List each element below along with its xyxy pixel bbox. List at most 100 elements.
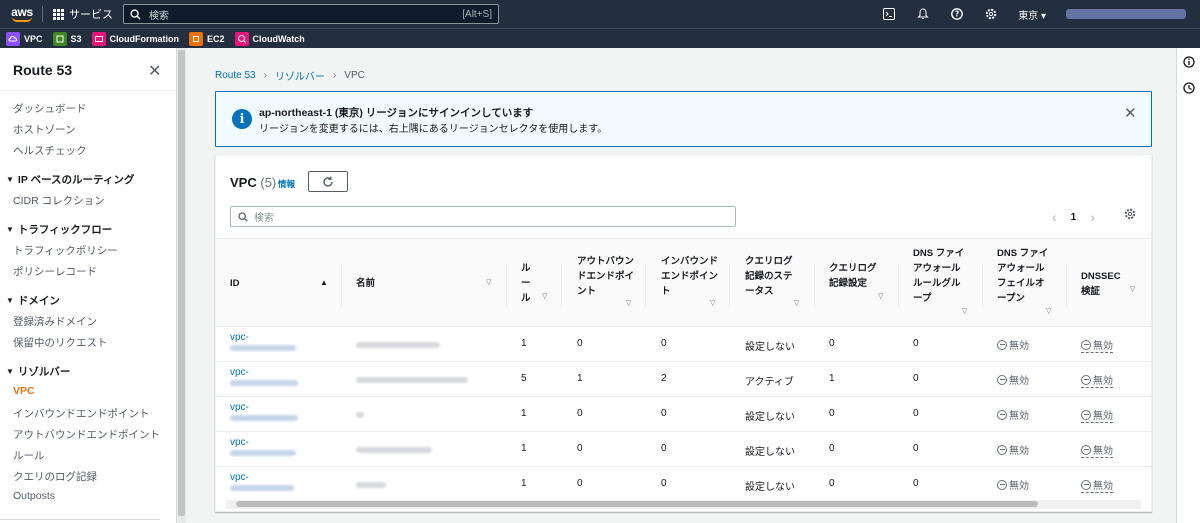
vpc-id-link[interactable]: vpc-: [230, 437, 296, 459]
inbound-count: 0: [661, 408, 667, 419]
scrollbar-thumb[interactable]: [236, 501, 1038, 507]
column-header-inbound[interactable]: インバウンドエンドポイント: [661, 254, 719, 299]
table-preferences-gear-icon[interactable]: [1124, 208, 1136, 223]
page-number[interactable]: 1: [1071, 212, 1077, 223]
table-search-input[interactable]: 検索: [230, 206, 736, 227]
column-divider: [341, 263, 342, 307]
sidebar-item-query-logging[interactable]: クエリのログ記録: [13, 469, 97, 484]
column-header-rules[interactable]: ルール: [521, 261, 535, 306]
sidebar-item-outposts[interactable]: Outposts: [13, 490, 55, 502]
close-icon[interactable]: ✕: [1124, 104, 1137, 122]
sidebar-section-ip-routing[interactable]: ▼ IP ベースのルーティング: [6, 172, 134, 187]
table-title: VPC (5): [230, 175, 277, 190]
sort-icon[interactable]: ▽: [962, 307, 967, 315]
refresh-button[interactable]: [308, 171, 348, 192]
outbound-count: 0: [577, 443, 583, 454]
disabled-icon: [997, 479, 1007, 490]
notifications-bell-icon[interactable]: [916, 7, 930, 21]
column-header-dnssec[interactable]: DNSSEC 検証: [1081, 269, 1127, 299]
global-search-input[interactable]: 検索 [Alt+S]: [123, 4, 499, 24]
vpc-id-link[interactable]: vpc-: [230, 332, 296, 354]
failopen-status: 無効: [997, 372, 1029, 387]
dnssec-status[interactable]: 無効: [1081, 337, 1113, 353]
account-menu[interactable]: [1066, 9, 1186, 19]
sort-ascending-icon[interactable]: ▲: [320, 278, 328, 287]
sidebar-item-inbound-endpoints[interactable]: インバウンドエンドポイント: [13, 406, 150, 421]
sidebar-item-pending-requests[interactable]: 保留中のリクエスト: [13, 335, 108, 350]
column-header-dns-firewall-failopen[interactable]: DNS ファイアウォールフェイルオープン: [997, 246, 1049, 306]
sidebar-item-cidr[interactable]: CIDR コレクション: [13, 193, 105, 208]
region-selector[interactable]: 東京 ▾: [1018, 7, 1046, 22]
sort-icon[interactable]: ▽: [486, 278, 491, 286]
table-horizontal-scrollbar[interactable]: [226, 500, 1141, 509]
disabled-icon: [997, 444, 1007, 455]
sidebar-item-rules[interactable]: ルール: [13, 448, 45, 463]
chevron-right-icon[interactable]: ›: [1090, 209, 1095, 225]
sidebar-item-health-checks[interactable]: ヘルスチェック: [13, 143, 87, 158]
info-panel-icon[interactable]: [1183, 56, 1195, 68]
vpc-service-icon: [6, 31, 20, 46]
column-header-id[interactable]: ID: [230, 276, 240, 291]
chevron-left-icon[interactable]: ‹: [1052, 209, 1057, 225]
favorite-s3[interactable]: S3: [52, 31, 82, 46]
sidebar-item-vpc[interactable]: VPC: [13, 385, 35, 397]
settings-gear-icon[interactable]: [984, 7, 998, 21]
breadcrumb-resolver[interactable]: リゾルバー: [275, 68, 325, 83]
favorite-vpc[interactable]: VPC: [6, 31, 43, 46]
sort-icon[interactable]: ▽: [794, 299, 799, 307]
sort-icon[interactable]: ▽: [878, 292, 883, 300]
pagination: ‹ 1 ›: [1052, 209, 1095, 225]
close-icon[interactable]: ✕: [148, 61, 161, 81]
sidebar-item-registered-domains[interactable]: 登録済みドメイン: [13, 314, 97, 329]
sidebar-item-traffic-policy[interactable]: トラフィックポリシー: [13, 243, 118, 258]
column-header-dns-firewall-group[interactable]: DNS ファイアウォールルールグループ: [913, 246, 965, 306]
info-link[interactable]: 情報: [278, 178, 295, 190]
sort-icon[interactable]: ▽: [710, 299, 715, 307]
history-clock-icon[interactable]: [1183, 82, 1195, 94]
flash-title: ap-northeast-1 (東京) リージョンにサインインしています: [259, 107, 534, 119]
help-icon[interactable]: ?: [950, 7, 964, 21]
column-header-query-log-config[interactable]: クエリログ記録設定: [829, 261, 885, 291]
vpc-id-link[interactable]: vpc-: [230, 367, 298, 389]
sidebar-item-hosted-zones[interactable]: ホストゾーン: [13, 122, 75, 137]
sort-icon[interactable]: ▽: [542, 292, 547, 300]
sidebar-item-outbound-endpoints[interactable]: アウトバウンドエンドポイント: [13, 427, 160, 442]
breadcrumb-route53[interactable]: Route 53: [215, 70, 256, 81]
favorite-cloudformation[interactable]: CloudFormation: [91, 31, 179, 46]
sidebar-section-resolver[interactable]: ▼ リゾルバー: [6, 364, 70, 379]
query-log-config: 1: [829, 373, 835, 384]
column-header-outbound[interactable]: アウトバウンドエンドポイント: [577, 254, 635, 299]
sidebar-section-traffic-flow[interactable]: ▼ トラフィックフロー: [6, 222, 112, 237]
sidebar-item-policy-record[interactable]: ポリシーレコード: [13, 264, 97, 279]
dnssec-status[interactable]: 無効: [1081, 442, 1113, 458]
favorite-ec2[interactable]: EC2: [189, 31, 225, 46]
redacted-name: [356, 447, 432, 453]
aws-logo[interactable]: aws: [0, 0, 40, 28]
sidebar-section-domains[interactable]: ▼ ドメイン: [6, 293, 60, 308]
dnssec-status[interactable]: 無効: [1081, 477, 1113, 493]
favorites-bar: VPC S3 CloudFormation EC2 CloudWatch: [0, 28, 1200, 48]
vpc-id-link[interactable]: vpc-: [230, 472, 294, 494]
column-header-query-log-status[interactable]: クエリログ記録のステータス: [745, 254, 795, 299]
dnssec-status[interactable]: 無効: [1081, 407, 1113, 423]
failopen-status: 無効: [997, 477, 1029, 492]
svg-text:?: ?: [955, 10, 959, 19]
rules-count: 1: [521, 443, 527, 454]
info-flash-message: i ap-northeast-1 (東京) リージョンにサインインしています リ…: [215, 91, 1152, 147]
services-menu-button[interactable]: サービス: [53, 6, 113, 22]
sidebar-scrollbar-thumb[interactable]: [178, 50, 185, 516]
cloudshell-icon[interactable]: [882, 7, 896, 21]
sort-icon[interactable]: ▽: [1130, 285, 1135, 293]
caret-down-icon: ▼: [6, 367, 14, 376]
sort-icon[interactable]: ▽: [1046, 307, 1051, 315]
aws-smile-icon: [12, 17, 32, 22]
column-header-name[interactable]: 名前: [356, 276, 375, 291]
dnssec-status[interactable]: 無効: [1081, 372, 1113, 388]
favorite-cloudwatch[interactable]: CloudWatch: [234, 31, 305, 46]
column-divider: [506, 263, 507, 307]
divider: [0, 90, 176, 91]
sidebar-item-dashboard[interactable]: ダッシュボード: [13, 101, 87, 116]
sort-icon[interactable]: ▽: [626, 299, 631, 307]
vpc-name: [356, 410, 364, 421]
vpc-id-link[interactable]: vpc-: [230, 402, 298, 424]
